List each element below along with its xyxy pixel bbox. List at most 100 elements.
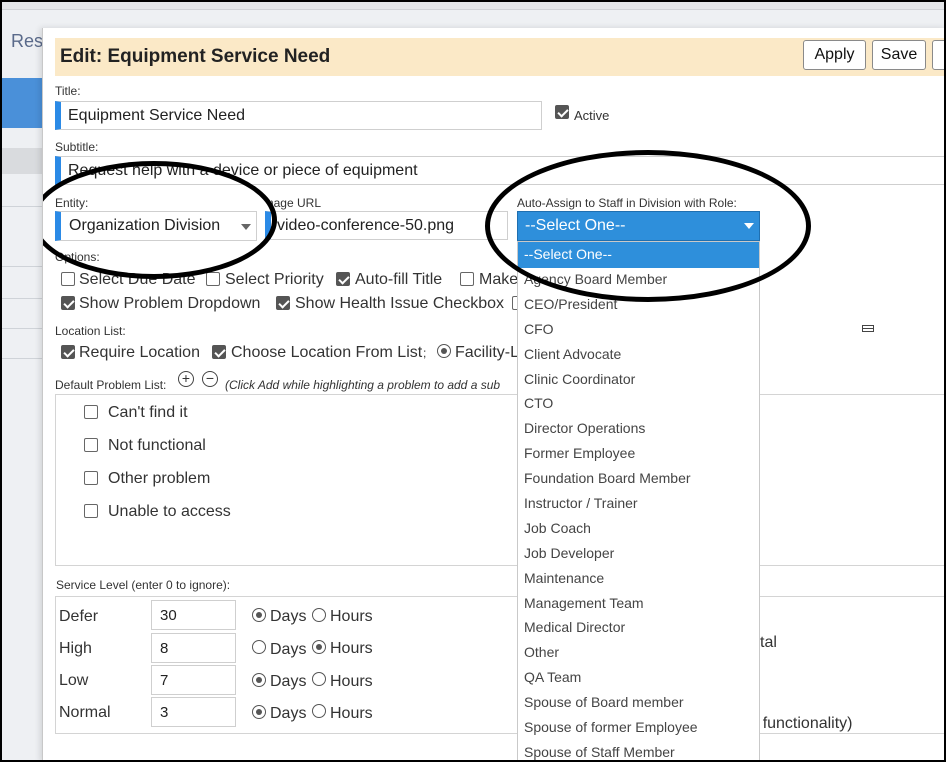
role-option[interactable]: --Select One-- [518,242,759,268]
role-option[interactable]: Foundation Board Member [518,467,759,492]
role-option[interactable]: Instructor / Trainer [518,492,759,517]
auto-fill-title-checkbox[interactable] [336,272,350,286]
choose-location-separator: ; [423,346,427,360]
image-url-label: Image URL: [271,196,321,210]
dialog-title: Edit: Equipment Service Need [60,46,331,67]
role-option[interactable]: Spouse of Staff Member [518,741,759,762]
select-priority-label: Select Priority [225,271,324,288]
problem-item: Can't find it [108,404,188,421]
days-label: Days [270,608,307,625]
problem-checkbox[interactable] [84,504,98,518]
days-radio[interactable] [252,640,266,654]
location-list-label: Location List: [55,324,126,338]
select-priority-checkbox[interactable] [206,272,220,286]
facility-label: Facility-L [455,344,520,361]
hours-radio[interactable] [312,672,326,686]
auto-assign-label: Auto-Assign to Staff in Division with Ro… [517,196,737,210]
role-option[interactable]: Maintenance [518,567,759,592]
show-problem-dropdown-checkbox[interactable] [61,296,75,310]
auto-assign-select[interactable]: --Select One-- [517,211,760,241]
problem-checkbox[interactable] [84,405,98,419]
table-icon[interactable] [862,325,874,332]
days-label: Days [270,641,307,658]
image-url-input[interactable]: video-conference-50.png [265,211,508,240]
entity-label: Entity: [55,196,89,210]
service-level-name: High [59,640,92,657]
service-level-input[interactable]: 8 [151,633,236,663]
service-level-label: Service Level (enter 0 to ignore): [56,578,231,592]
role-option[interactable]: Management Team [518,592,759,617]
service-level-name: Defer [59,608,99,625]
make-checkbox[interactable] [460,272,474,286]
background-row-divider [0,266,42,267]
role-option[interactable]: CFO [518,318,759,343]
role-option[interactable]: QA Team [518,666,759,691]
title-input[interactable]: Equipment Service Need [55,101,542,130]
background-row-divider [0,206,42,207]
problem-item: Unable to access [108,503,231,520]
role-option[interactable]: CTO [518,392,759,417]
title-label: Title: [55,84,81,98]
background-row-divider [0,328,42,329]
problem-item: Not functional [108,437,206,454]
select-due-date-label: Select Due Date [79,271,196,288]
remove-circle-icon[interactable]: − [202,371,218,387]
select-due-date-checkbox[interactable] [61,272,75,286]
choose-location-checkbox[interactable] [212,345,226,359]
role-option[interactable]: Client Advocate [518,343,759,368]
role-option[interactable]: Medical Director [518,616,759,641]
default-problem-label: Default Problem List: [55,378,167,392]
subtitle-input[interactable]: Request help with a device or piece of e… [55,156,946,185]
active-checkbox[interactable] [555,105,569,119]
role-option[interactable]: Clinic Coordinator [518,368,759,393]
role-option[interactable]: Other [518,641,759,666]
background-row-highlight [0,148,42,174]
entity-select[interactable]: Organization Division [55,211,257,241]
problem-checkbox[interactable] [84,438,98,452]
choose-location-label: Choose Location From List [231,344,423,361]
role-option[interactable]: Former Employee [518,442,759,467]
service-level-table: Defer 30 Days Hours High 8 Days Hours Lo… [55,596,946,734]
chevron-down-icon [241,224,251,230]
auto-assign-select-value: --Select One-- [525,217,626,234]
background-row-divider [0,298,42,299]
hours-radio[interactable] [312,704,326,718]
auto-fill-title-label: Auto-fill Title [355,271,443,288]
role-option[interactable]: Job Coach [518,517,759,542]
require-location-checkbox[interactable] [61,345,75,359]
right-text-fragment: tal [760,634,777,651]
show-health-issue-checkbox[interactable] [276,296,290,310]
role-option[interactable]: Job Developer [518,542,759,567]
service-level-input[interactable]: 3 [151,697,236,727]
facility-radio[interactable] [437,344,451,358]
add-circle-icon[interactable]: + [178,371,194,387]
days-radio[interactable] [252,608,266,622]
dialog-header: Edit: Equipment Service Need Apply Save [55,38,946,76]
background-page-title: Res [11,31,44,51]
service-level-name: Normal [59,704,111,721]
more-button[interactable] [932,40,946,70]
role-option[interactable]: Director Operations [518,417,759,442]
problem-checkbox[interactable] [84,471,98,485]
role-option[interactable]: CEO/President [518,293,759,318]
days-radio[interactable] [252,705,266,719]
hours-radio[interactable] [312,608,326,622]
save-button[interactable]: Save [872,40,926,70]
make-label: Make [479,271,519,288]
hours-label: Hours [330,640,373,657]
hours-radio[interactable] [312,640,326,654]
subtitle-label: Subtitle: [55,140,99,154]
role-option[interactable]: Spouse of former Employee [518,716,759,741]
service-level-input[interactable]: 7 [151,665,236,695]
service-level-input[interactable]: 30 [151,600,236,630]
service-level-name: Low [59,672,89,689]
role-option[interactable]: Spouse of Board member [518,691,759,716]
options-label: Options: [55,250,100,264]
days-radio[interactable] [252,673,266,687]
require-location-label: Require Location [79,344,200,361]
problem-item: Other problem [108,470,211,487]
hours-label: Hours [330,608,373,625]
apply-button[interactable]: Apply [803,40,866,70]
role-option[interactable]: Agency Board Member [518,268,759,293]
days-label: Days [270,705,307,722]
